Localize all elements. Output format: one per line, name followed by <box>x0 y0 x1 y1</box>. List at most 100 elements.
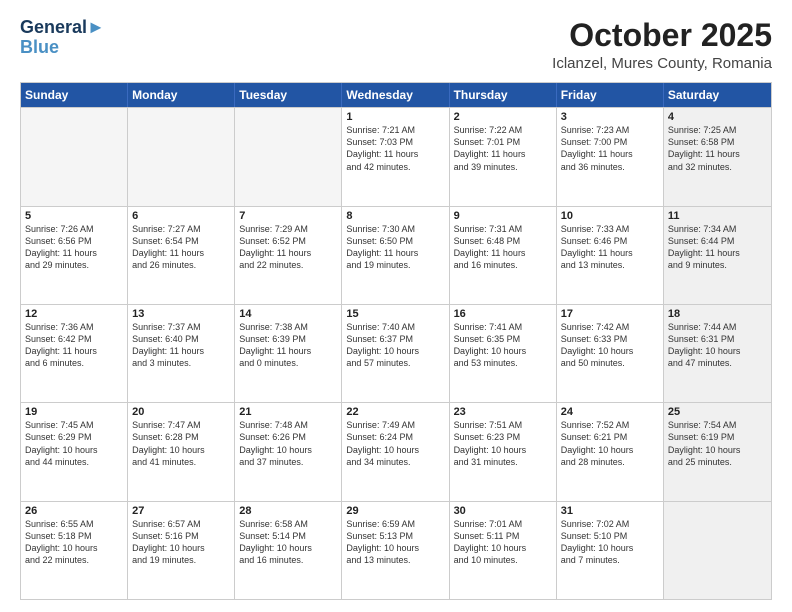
weekday-header: Saturday <box>664 83 771 107</box>
day-info: Sunrise: 7:45 AM Sunset: 6:29 PM Dayligh… <box>25 419 123 468</box>
day-info: Sunrise: 7:38 AM Sunset: 6:39 PM Dayligh… <box>239 321 337 370</box>
calendar-cell: 24Sunrise: 7:52 AM Sunset: 6:21 PM Dayli… <box>557 403 664 500</box>
calendar-cell: 9Sunrise: 7:31 AM Sunset: 6:48 PM Daylig… <box>450 207 557 304</box>
day-info: Sunrise: 7:30 AM Sunset: 6:50 PM Dayligh… <box>346 223 444 272</box>
calendar-cell: 26Sunrise: 6:55 AM Sunset: 5:18 PM Dayli… <box>21 502 128 599</box>
calendar-cell: 17Sunrise: 7:42 AM Sunset: 6:33 PM Dayli… <box>557 305 664 402</box>
day-info: Sunrise: 7:31 AM Sunset: 6:48 PM Dayligh… <box>454 223 552 272</box>
day-info: Sunrise: 7:47 AM Sunset: 6:28 PM Dayligh… <box>132 419 230 468</box>
day-info: Sunrise: 7:48 AM Sunset: 6:26 PM Dayligh… <box>239 419 337 468</box>
day-number: 15 <box>346 308 444 320</box>
logo-blue: Blue <box>20 38 59 58</box>
day-info: Sunrise: 7:01 AM Sunset: 5:11 PM Dayligh… <box>454 518 552 567</box>
logo-general: General► <box>20 18 105 38</box>
calendar-cell: 20Sunrise: 7:47 AM Sunset: 6:28 PM Dayli… <box>128 403 235 500</box>
day-number: 11 <box>668 210 767 222</box>
day-number: 12 <box>25 308 123 320</box>
day-number: 21 <box>239 406 337 418</box>
calendar-row: 26Sunrise: 6:55 AM Sunset: 5:18 PM Dayli… <box>21 501 771 599</box>
day-info: Sunrise: 7:23 AM Sunset: 7:00 PM Dayligh… <box>561 124 659 173</box>
calendar-cell: 2Sunrise: 7:22 AM Sunset: 7:01 PM Daylig… <box>450 108 557 205</box>
weekday-header: Monday <box>128 83 235 107</box>
day-info: Sunrise: 7:42 AM Sunset: 6:33 PM Dayligh… <box>561 321 659 370</box>
day-number: 13 <box>132 308 230 320</box>
calendar-cell: 25Sunrise: 7:54 AM Sunset: 6:19 PM Dayli… <box>664 403 771 500</box>
calendar-cell: 6Sunrise: 7:27 AM Sunset: 6:54 PM Daylig… <box>128 207 235 304</box>
day-info: Sunrise: 7:41 AM Sunset: 6:35 PM Dayligh… <box>454 321 552 370</box>
calendar-cell: 31Sunrise: 7:02 AM Sunset: 5:10 PM Dayli… <box>557 502 664 599</box>
day-number: 30 <box>454 505 552 517</box>
page: General► Blue October 2025 Iclanzel, Mur… <box>0 0 792 612</box>
day-info: Sunrise: 7:34 AM Sunset: 6:44 PM Dayligh… <box>668 223 767 272</box>
calendar-cell: 28Sunrise: 6:58 AM Sunset: 5:14 PM Dayli… <box>235 502 342 599</box>
calendar-cell: 23Sunrise: 7:51 AM Sunset: 6:23 PM Dayli… <box>450 403 557 500</box>
calendar-cell: 29Sunrise: 6:59 AM Sunset: 5:13 PM Dayli… <box>342 502 449 599</box>
day-number: 7 <box>239 210 337 222</box>
calendar-cell: 3Sunrise: 7:23 AM Sunset: 7:00 PM Daylig… <box>557 108 664 205</box>
weekday-header: Tuesday <box>235 83 342 107</box>
day-info: Sunrise: 7:37 AM Sunset: 6:40 PM Dayligh… <box>132 321 230 370</box>
day-number: 23 <box>454 406 552 418</box>
day-info: Sunrise: 7:25 AM Sunset: 6:58 PM Dayligh… <box>668 124 767 173</box>
calendar-row: 12Sunrise: 7:36 AM Sunset: 6:42 PM Dayli… <box>21 304 771 402</box>
calendar-body: 1Sunrise: 7:21 AM Sunset: 7:03 PM Daylig… <box>21 107 771 599</box>
day-number: 16 <box>454 308 552 320</box>
calendar-row: 5Sunrise: 7:26 AM Sunset: 6:56 PM Daylig… <box>21 206 771 304</box>
day-info: Sunrise: 7:36 AM Sunset: 6:42 PM Dayligh… <box>25 321 123 370</box>
day-info: Sunrise: 7:44 AM Sunset: 6:31 PM Dayligh… <box>668 321 767 370</box>
day-number: 28 <box>239 505 337 517</box>
calendar-cell: 13Sunrise: 7:37 AM Sunset: 6:40 PM Dayli… <box>128 305 235 402</box>
calendar-cell: 22Sunrise: 7:49 AM Sunset: 6:24 PM Dayli… <box>342 403 449 500</box>
calendar: SundayMondayTuesdayWednesdayThursdayFrid… <box>20 82 772 600</box>
calendar-cell: 8Sunrise: 7:30 AM Sunset: 6:50 PM Daylig… <box>342 207 449 304</box>
day-info: Sunrise: 7:52 AM Sunset: 6:21 PM Dayligh… <box>561 419 659 468</box>
day-number: 26 <box>25 505 123 517</box>
calendar-cell: 21Sunrise: 7:48 AM Sunset: 6:26 PM Dayli… <box>235 403 342 500</box>
calendar-cell <box>664 502 771 599</box>
day-info: Sunrise: 7:02 AM Sunset: 5:10 PM Dayligh… <box>561 518 659 567</box>
weekday-header: Wednesday <box>342 83 449 107</box>
day-number: 4 <box>668 111 767 123</box>
calendar-cell: 4Sunrise: 7:25 AM Sunset: 6:58 PM Daylig… <box>664 108 771 205</box>
day-number: 22 <box>346 406 444 418</box>
day-number: 27 <box>132 505 230 517</box>
day-number: 31 <box>561 505 659 517</box>
day-info: Sunrise: 7:40 AM Sunset: 6:37 PM Dayligh… <box>346 321 444 370</box>
weekday-header: Sunday <box>21 83 128 107</box>
day-number: 2 <box>454 111 552 123</box>
calendar-cell: 10Sunrise: 7:33 AM Sunset: 6:46 PM Dayli… <box>557 207 664 304</box>
calendar-cell: 12Sunrise: 7:36 AM Sunset: 6:42 PM Dayli… <box>21 305 128 402</box>
calendar-row: 1Sunrise: 7:21 AM Sunset: 7:03 PM Daylig… <box>21 107 771 205</box>
day-number: 19 <box>25 406 123 418</box>
calendar-cell: 18Sunrise: 7:44 AM Sunset: 6:31 PM Dayli… <box>664 305 771 402</box>
calendar-cell: 27Sunrise: 6:57 AM Sunset: 5:16 PM Dayli… <box>128 502 235 599</box>
logo: General► Blue <box>20 18 105 58</box>
day-number: 18 <box>668 308 767 320</box>
weekday-header: Thursday <box>450 83 557 107</box>
calendar-cell: 14Sunrise: 7:38 AM Sunset: 6:39 PM Dayli… <box>235 305 342 402</box>
day-info: Sunrise: 7:27 AM Sunset: 6:54 PM Dayligh… <box>132 223 230 272</box>
calendar-cell: 16Sunrise: 7:41 AM Sunset: 6:35 PM Dayli… <box>450 305 557 402</box>
day-number: 29 <box>346 505 444 517</box>
calendar-cell: 30Sunrise: 7:01 AM Sunset: 5:11 PM Dayli… <box>450 502 557 599</box>
day-info: Sunrise: 7:51 AM Sunset: 6:23 PM Dayligh… <box>454 419 552 468</box>
day-number: 5 <box>25 210 123 222</box>
day-number: 20 <box>132 406 230 418</box>
calendar-cell <box>21 108 128 205</box>
day-info: Sunrise: 6:57 AM Sunset: 5:16 PM Dayligh… <box>132 518 230 567</box>
day-info: Sunrise: 7:29 AM Sunset: 6:52 PM Dayligh… <box>239 223 337 272</box>
day-info: Sunrise: 7:21 AM Sunset: 7:03 PM Dayligh… <box>346 124 444 173</box>
day-info: Sunrise: 7:26 AM Sunset: 6:56 PM Dayligh… <box>25 223 123 272</box>
calendar-cell: 7Sunrise: 7:29 AM Sunset: 6:52 PM Daylig… <box>235 207 342 304</box>
subtitle: Iclanzel, Mures County, Romania <box>552 55 772 72</box>
calendar-cell <box>235 108 342 205</box>
day-number: 6 <box>132 210 230 222</box>
day-number: 24 <box>561 406 659 418</box>
day-info: Sunrise: 7:54 AM Sunset: 6:19 PM Dayligh… <box>668 419 767 468</box>
day-info: Sunrise: 7:49 AM Sunset: 6:24 PM Dayligh… <box>346 419 444 468</box>
day-info: Sunrise: 6:55 AM Sunset: 5:18 PM Dayligh… <box>25 518 123 567</box>
day-number: 9 <box>454 210 552 222</box>
day-number: 14 <box>239 308 337 320</box>
day-info: Sunrise: 7:22 AM Sunset: 7:01 PM Dayligh… <box>454 124 552 173</box>
day-number: 17 <box>561 308 659 320</box>
